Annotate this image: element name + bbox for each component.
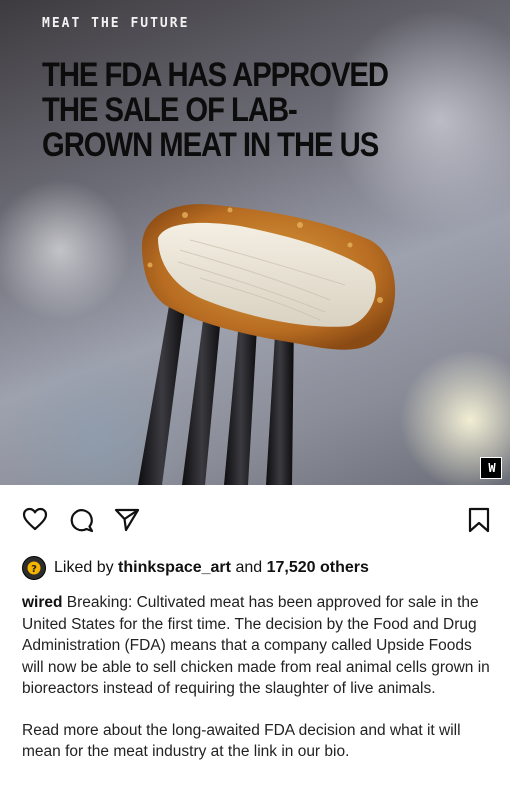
post-action-bar [0,485,510,549]
likes-connector: and [235,559,263,576]
caption-text: Breaking: Cultivated meat has been appro… [22,594,490,697]
post-kicker: MEAT THE FUTURE [42,16,190,31]
caption-second-paragraph: Read more about the long-awaited FDA dec… [22,721,461,761]
comment-icon[interactable] [68,507,94,538]
caption-paragraph: wired Breaking: Cultivated meat has been… [22,592,492,700]
bookmark-icon[interactable] [468,507,490,538]
liker-username[interactable]: thinkspace_art [118,559,231,577]
avatar[interactable]: ? [22,556,46,580]
likes-prefix: Liked by [54,559,114,576]
send-icon[interactable] [114,507,140,538]
svg-text:?: ? [31,564,37,575]
wired-logo: W [480,457,502,479]
post-headline: THE FDA HAS APPROVED THE SALE OF LAB-GRO… [42,56,389,164]
question-mark-icon: ? [27,561,41,575]
post-image[interactable]: MEAT THE FUTURE THE FDA HAS APPROVED THE… [0,0,510,485]
post-caption: wired Breaking: Cultivated meat has been… [22,592,492,783]
likes-summary[interactable]: ? Liked by thinkspace_art and 17,520 oth… [22,556,500,580]
caption-username[interactable]: wired [22,594,62,611]
likes-count[interactable]: 17,520 others [267,559,369,577]
heart-icon[interactable] [22,507,48,536]
